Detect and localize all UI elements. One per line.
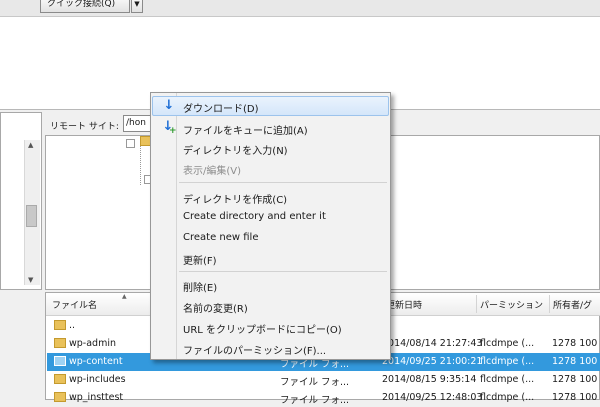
menu-item-enter-directory[interactable]: ディレクトリを入力(N) [152, 138, 389, 158]
menu-separator [179, 271, 387, 272]
folder-icon [54, 356, 66, 366]
menu-item-create-directory[interactable]: ディレクトリを作成(C) [152, 187, 389, 207]
folder-icon [54, 320, 66, 330]
file-name: .. [69, 320, 76, 331]
file-name: wp-includes [69, 374, 126, 385]
file-type: ファイル フォ... [280, 377, 350, 388]
menu-item-add-to-queue[interactable]: ↓ + ファイルをキューに追加(A) [152, 118, 389, 138]
local-scrollbar-thumb[interactable] [26, 205, 37, 227]
file-modified: 2014/09/25 12:48:03 [382, 392, 483, 403]
column-divider[interactable] [476, 295, 477, 313]
column-header-modified[interactable]: 更新日時 [386, 298, 422, 311]
menu-item-download[interactable]: ↓ ダウンロード(D) [152, 96, 389, 116]
file-modified: 2014/08/14 21:27:43 [382, 338, 483, 349]
menu-item-label: Create directory and enter it [183, 211, 326, 222]
menu-item-create-new-file[interactable]: Create new file [152, 228, 389, 248]
file-type: ファイル フォ... [280, 395, 350, 406]
file-owner: 1278 100 [552, 356, 598, 367]
menu-item-label: ファイルをキューに追加(A) [183, 126, 308, 137]
file-name: wp-content [69, 356, 123, 367]
menu-item-label: ディレクトリを入力(N) [183, 146, 288, 157]
sort-arrow-icon: ▲ [122, 293, 127, 300]
remote-site-label: リモート サイト: [50, 122, 119, 132]
column-header-filename[interactable]: ファイル名 [52, 298, 97, 311]
menu-item-label: 名前の変更(R) [183, 304, 248, 315]
menu-item-label: ファイルのパーミッション(F)... [183, 346, 327, 357]
file-name: wp-admin [69, 338, 116, 349]
column-header-permissions[interactable]: パーミッション [480, 298, 543, 311]
file-row[interactable]: wp-includes ファイル フォ... 2014/08/15 9:35:1… [47, 371, 600, 389]
tree-expand-icon[interactable] [126, 139, 135, 148]
file-permissions: flcdmpe (... [480, 392, 535, 403]
plus-icon: + [169, 126, 177, 136]
file-permissions: flcdmpe (... [480, 338, 535, 349]
menu-item-delete[interactable]: 削除(E) [152, 275, 389, 295]
file-row[interactable]: wp_insttest ファイル フォ... 2014/09/25 12:48:… [47, 389, 600, 407]
folder-icon [54, 392, 66, 402]
menu-item-label: ダウンロード(D) [183, 104, 259, 115]
menu-item-file-permissions[interactable]: ファイルのパーミッション(F)... [152, 338, 389, 358]
file-owner: 1278 100 [552, 392, 598, 403]
menu-item-label: ディレクトリを作成(C) [183, 195, 288, 206]
file-owner: 1278 100 [552, 338, 598, 349]
quickconnect-dropdown-button[interactable]: ▼ [131, 0, 143, 13]
folder-icon [54, 338, 66, 348]
menu-item-rename[interactable]: 名前の変更(R) [152, 296, 389, 316]
menu-item-label: 削除(E) [183, 283, 218, 294]
menu-item-label: Create new file [183, 232, 259, 243]
file-permissions: flcdmpe (... [480, 356, 535, 367]
file-modified: 2014/09/25 21:00:21 [382, 356, 483, 367]
file-modified: 2014/08/15 9:35:14 [382, 374, 477, 385]
menu-separator [179, 182, 387, 183]
menu-item-view-edit: 表示/編集(V) [152, 158, 389, 178]
menu-item-label: 更新(F) [183, 256, 217, 267]
scroll-down-icon[interactable]: ▼ [28, 276, 33, 284]
file-permissions: flcdmpe (... [480, 374, 535, 385]
menu-item-create-directory-enter[interactable]: Create directory and enter it [152, 207, 389, 227]
menu-item-copy-url[interactable]: URL をクリップボードにコピー(O) [152, 317, 389, 337]
column-header-owner[interactable]: 所有者/グ [553, 298, 592, 311]
quickconnect-button[interactable]: クイック接続(Q) [40, 0, 130, 13]
tree-connector [140, 145, 142, 185]
scroll-up-icon[interactable]: ▲ [28, 141, 33, 149]
menu-item-label: URL をクリップボードにコピー(O) [183, 325, 342, 336]
column-divider[interactable] [549, 295, 550, 313]
menu-item-refresh[interactable]: 更新(F) [152, 248, 389, 268]
file-name: wp_insttest [69, 392, 124, 403]
menu-item-label: 表示/編集(V) [183, 166, 242, 177]
file-owner: 1278 100 [552, 374, 598, 385]
folder-icon [54, 374, 66, 384]
download-arrow-icon: ↓ [163, 98, 175, 113]
